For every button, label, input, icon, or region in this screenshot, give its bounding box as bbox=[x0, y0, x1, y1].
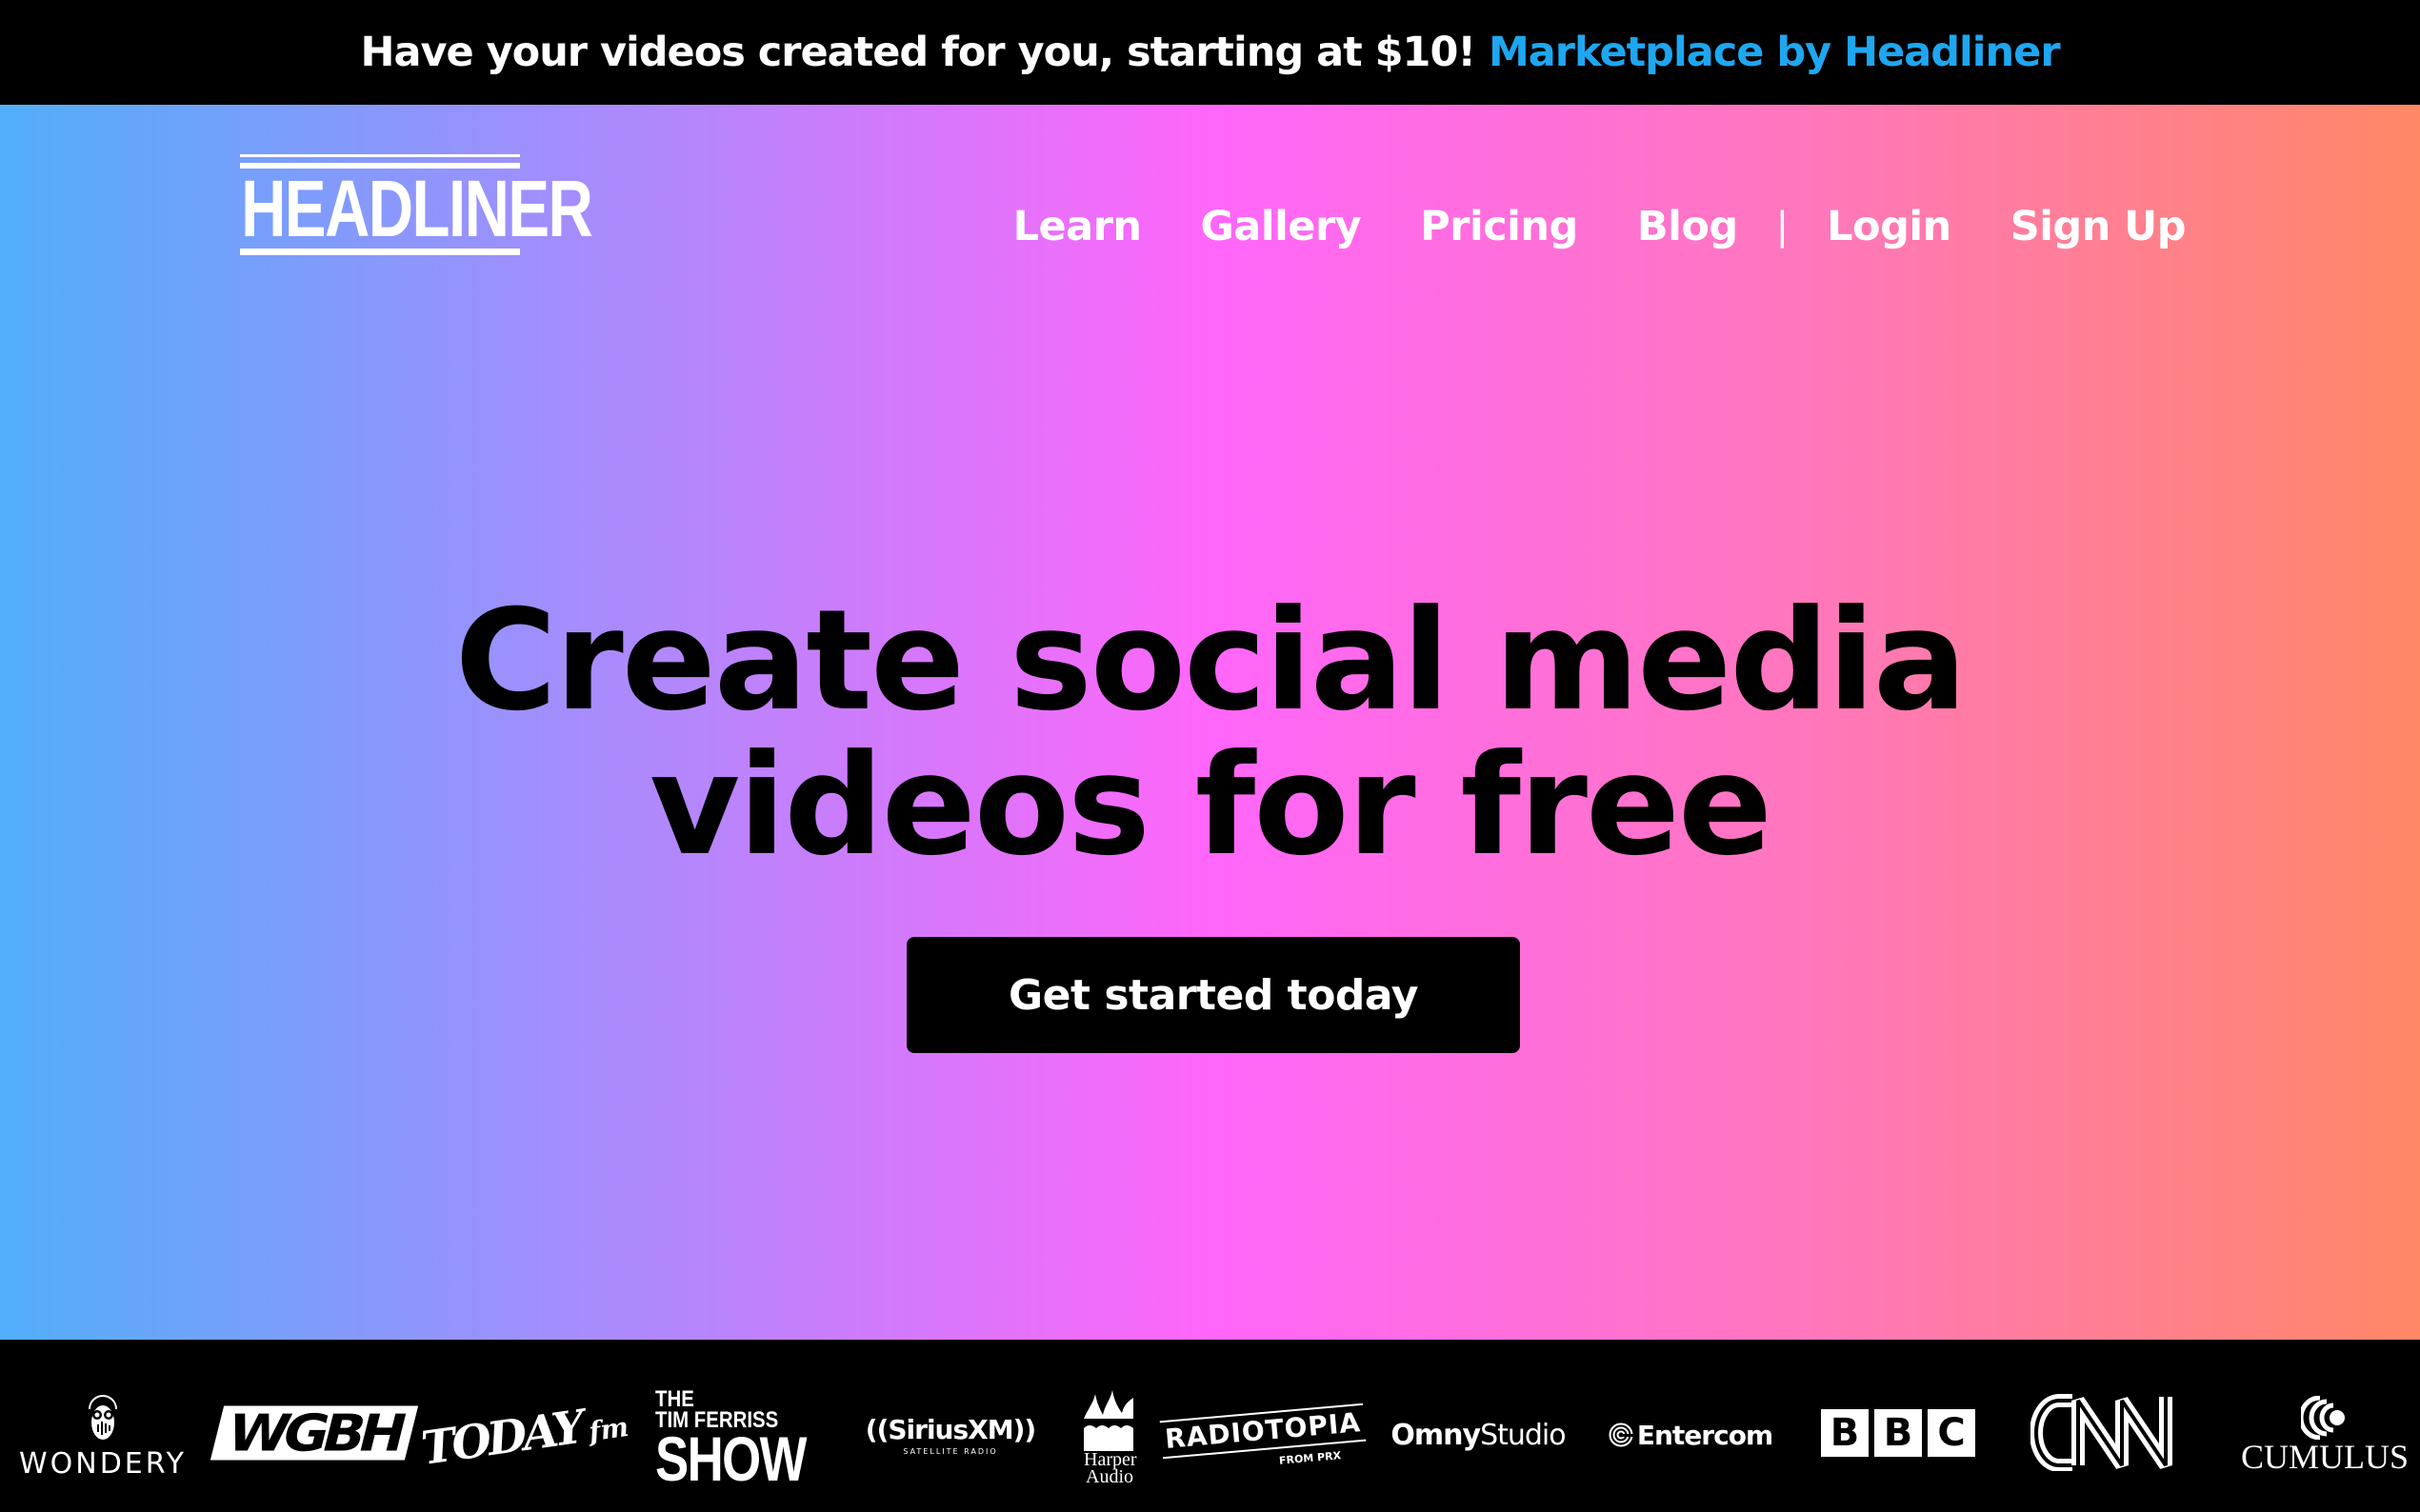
partner-logos-bar: WONDERY WGBH TODAYfm THE TIM FERRISS SHO… bbox=[0, 1340, 2420, 1512]
wondery-logo: WONDERY bbox=[17, 1387, 189, 1482]
cumulus-arcs-icon bbox=[2301, 1396, 2345, 1440]
cumulus-wordmark: CUMULUS bbox=[2240, 1438, 2410, 1476]
siriusxm-wordmark: ((SiriusXM)) bbox=[865, 1414, 1036, 1445]
get-started-button[interactable]: Get started today bbox=[907, 937, 1520, 1053]
main-nav: Learn Gallery Pricing Blog | Login Sign … bbox=[1013, 190, 2187, 263]
bbc-logo: B B C bbox=[1817, 1404, 1979, 1462]
bbc-block-3: C bbox=[1928, 1409, 1975, 1457]
headline-line-2: videos for free bbox=[650, 725, 1772, 886]
wgbh-logo: WGBH bbox=[210, 1397, 419, 1468]
promo-banner: Have your videos created for you, starti… bbox=[0, 0, 2420, 105]
cnn-wordmark-icon bbox=[2030, 1394, 2172, 1471]
siriusxm-logo: ((SiriusXM)) SATELLITE RADIO bbox=[865, 1406, 1036, 1463]
cnn-logo bbox=[2027, 1389, 2194, 1475]
siriusxm-subtitle: SATELLITE RADIO bbox=[903, 1447, 998, 1456]
cumulus-logo: CUMULUS bbox=[2234, 1387, 2415, 1482]
todayfm-wordmark: TODAYfm bbox=[418, 1394, 631, 1476]
todayfm-suffix: fm bbox=[587, 1410, 631, 1448]
marketplace-link[interactable]: Marketplace by Headliner bbox=[1489, 29, 2061, 76]
logo-rule-top bbox=[240, 154, 520, 157]
hero-section: HEADLINER Learn Gallery Pricing Blog | L… bbox=[0, 105, 2420, 1340]
nav-blog[interactable]: Blog bbox=[1637, 203, 1738, 250]
promo-text: Have your videos created for you, starti… bbox=[360, 29, 1476, 76]
nav-login[interactable]: Login bbox=[1827, 203, 1951, 250]
bbc-block-1: B bbox=[1821, 1409, 1869, 1457]
nav-pricing[interactable]: Pricing bbox=[1420, 203, 1578, 250]
todayfm-logo: TODAYfm bbox=[418, 1397, 630, 1476]
headliner-logo[interactable]: HEADLINER bbox=[240, 154, 593, 255]
nav-gallery[interactable]: Gallery bbox=[1201, 203, 1362, 250]
harper-line-2: Audio bbox=[1086, 1466, 1133, 1487]
nav-learn[interactable]: Learn bbox=[1013, 203, 1142, 250]
wgbh-wordmark: WGBH bbox=[210, 1403, 419, 1462]
todayfm-main: TODAY bbox=[418, 1401, 585, 1476]
omny-light: Studio bbox=[1480, 1418, 1567, 1452]
radiotopia-from: FROM PRX bbox=[1278, 1448, 1342, 1467]
radiotopia-logo: RADIOTOPIA FROM PRX bbox=[1159, 1403, 1367, 1471]
headline-line-1: Create social media bbox=[454, 580, 1968, 742]
flame-water-icon bbox=[1084, 1390, 1133, 1451]
entercom-wordmark: Entercom bbox=[1636, 1419, 1773, 1451]
omny-bold: Omny bbox=[1390, 1418, 1481, 1452]
harper-audio-logo: Harper Audio bbox=[1074, 1385, 1143, 1490]
omny-studio-logo: Omny Studio bbox=[1390, 1406, 1567, 1463]
entercom-swirl-icon bbox=[1609, 1422, 1633, 1447]
owl-headphones-icon bbox=[89, 1394, 117, 1440]
nav-separator: | bbox=[1775, 205, 1790, 249]
bbc-block-2: B bbox=[1874, 1409, 1922, 1457]
entercom-logo: Entercom bbox=[1608, 1406, 1773, 1463]
ferriss-line-3: SHOW bbox=[655, 1423, 807, 1494]
wondery-wordmark: WONDERY bbox=[18, 1446, 188, 1481]
nav-signup[interactable]: Sign Up bbox=[2010, 203, 2187, 250]
tim-ferriss-show-logo: THE TIM FERRISS SHOW bbox=[655, 1385, 817, 1494]
logo-wordmark: HEADLINER bbox=[241, 164, 593, 253]
hero-headline: Create social media videos for free bbox=[0, 588, 2420, 878]
